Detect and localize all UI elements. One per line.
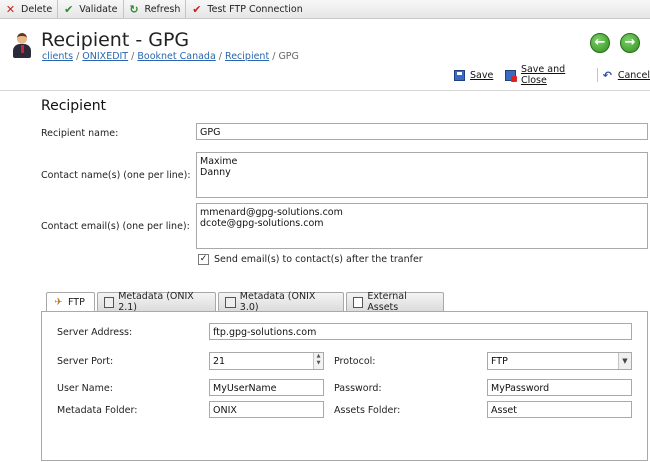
section-title: Recipient [41,98,107,114]
password-input[interactable]: MyPassword [487,379,632,396]
recipient-name-label: Recipient name: [41,128,119,139]
tab-external-assets-label: External Assets [367,291,407,313]
delete-icon: ✕ [5,2,16,16]
server-port-label: Server Port: [57,356,114,367]
check-icon: ✔ [64,2,74,16]
refresh-label: Refresh [144,3,181,15]
external-assets-icon [353,296,364,308]
user-icon [12,33,32,59]
delete-button[interactable]: ✕ Delete [0,0,59,19]
breadcrumb-recipient[interactable]: Recipient [225,51,269,62]
save-close-icon [505,69,517,82]
send-email-label: Send email(s) to contact(s) after the tr… [214,254,423,265]
metadata-icon [225,296,236,308]
server-port-value: 21 [213,356,226,367]
toolbar: ✕ Delete ✔ Validate ↻ Refresh ✔ Test FTP… [0,0,650,19]
tab-bar: ✈ FTP Metadata (ONIX 2.1) Metadata (ONIX… [46,291,446,313]
send-email-checkbox[interactable]: ✓ [198,254,209,265]
tab-ftp-label: FTP [68,297,85,308]
server-address-input[interactable]: ftp.gpg-solutions.com [209,323,632,340]
validate-label: Validate [79,3,118,15]
page-title: Recipient - GPG [41,29,190,51]
protocol-label: Protocol: [334,356,376,367]
metadata-icon [104,296,115,308]
save-button[interactable]: Save [454,69,494,81]
save-and-close-button[interactable]: Save and Close [505,64,591,86]
test-check-icon: ✔ [192,2,202,16]
tab-metadata-30-label: Metadata (ONIX 3.0) [239,291,316,313]
forward-arrow-icon[interactable]: → [620,33,640,53]
assets-folder-label: Assets Folder: [334,405,401,416]
metadata-folder-label: Metadata Folder: [57,405,138,416]
tab-metadata-onix-21[interactable]: Metadata (ONIX 2.1) [97,291,216,313]
refresh-button[interactable]: ↻ Refresh [124,0,187,19]
contact-emails-label: Contact email(s) (one per line): [41,221,190,232]
test-ftp-label: Test FTP Connection [207,3,303,15]
port-spinner-icon[interactable]: ▲ ▼ [313,353,323,369]
breadcrumb-current: GPG [278,51,299,62]
protocol-value: FTP [491,356,508,367]
test-ftp-button[interactable]: ✔ Test FTP Connection [186,0,307,19]
ftp-panel: Server Address: ftp.gpg-solutions.com Se… [41,311,648,461]
chevron-down-icon[interactable]: ▼ [618,353,631,369]
back-arrow-icon[interactable]: ← [590,33,610,53]
contact-names-textarea[interactable]: Maxime Danny [196,152,648,198]
tab-metadata-onix-30[interactable]: Metadata (ONIX 3.0) [218,291,344,313]
tab-ftp[interactable]: ✈ FTP [46,292,95,312]
contact-names-label: Contact name(s) (one per line): [41,170,191,181]
tab-external-assets[interactable]: External Assets [346,291,444,313]
breadcrumb: clients / ONIXEDIT / Booknet Canada / Re… [42,51,299,62]
refresh-icon: ↻ [129,2,139,16]
send-email-option: ✓ Send email(s) to contact(s) after the … [198,254,423,265]
protocol-select[interactable]: FTP ▼ [487,352,632,370]
delete-label: Delete [21,3,53,15]
server-port-stepper[interactable]: 21 ▲ ▼ [209,352,324,370]
server-address-label: Server Address: [57,327,133,338]
ftp-icon: ✈ [54,297,63,308]
password-label: Password: [334,383,382,394]
validate-button[interactable]: ✔ Validate [58,0,124,19]
tab-metadata-21-label: Metadata (ONIX 2.1) [118,291,194,313]
divider [596,68,598,82]
save-icon [454,69,465,81]
undo-icon: ↶ [602,68,612,82]
action-bar: Save Save and Close ↶ Cancel [446,64,650,86]
metadata-folder-input[interactable]: ONIX [209,401,324,418]
cancel-label: Cancel [617,69,650,81]
contact-emails-textarea[interactable]: mmenard@gpg-solutions.com dcote@gpg-solu… [196,203,648,249]
user-name-input[interactable]: MyUserName [209,379,324,396]
user-name-label: User Name: [57,383,113,394]
header-divider [0,90,650,91]
page-header: Recipient - GPG clients / ONIXEDIT / Boo… [0,19,650,91]
save-label: Save [470,69,494,81]
recipient-name-input[interactable]: GPG [196,123,648,140]
cancel-button[interactable]: ↶ Cancel [602,70,650,81]
breadcrumb-onixedit[interactable]: ONIXEDIT [82,51,128,62]
save-close-label: Save and Close [520,64,566,86]
assets-folder-input[interactable]: Asset [487,401,632,418]
breadcrumb-booknet-canada[interactable]: Booknet Canada [137,51,215,62]
breadcrumb-clients[interactable]: clients [42,51,73,62]
